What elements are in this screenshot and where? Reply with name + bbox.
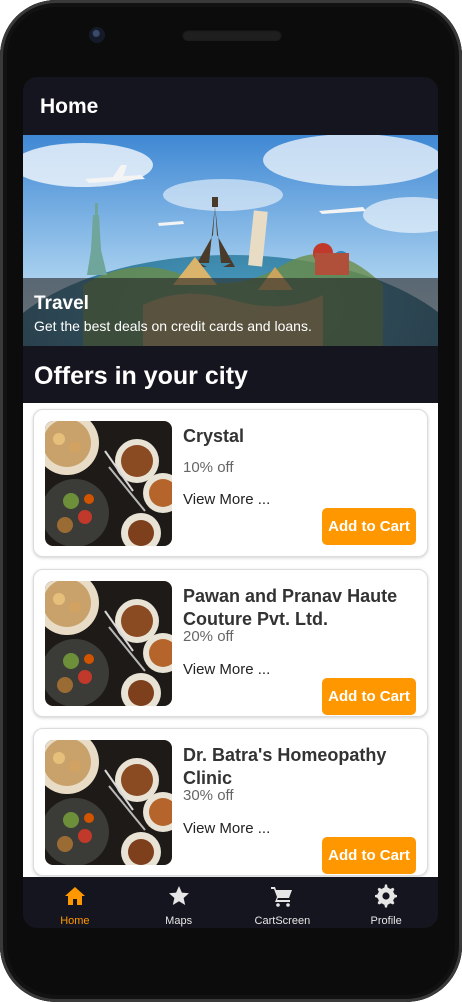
- offer-card[interactable]: Dr. Batra's Homeopathy Clinic 30% off Vi…: [33, 728, 428, 876]
- app-bar: Home: [23, 77, 438, 135]
- offer-food-image: [45, 421, 172, 546]
- nav-label: Profile: [370, 915, 402, 927]
- app-screen: Home Travel Get the best deals on credit…: [23, 77, 438, 928]
- offer-food-image: [45, 740, 172, 865]
- nav-item-profile[interactable]: Profile: [334, 877, 438, 928]
- offer-discount: 20% off: [183, 628, 234, 645]
- star-icon: [168, 886, 189, 905]
- view-more-link[interactable]: View More ...: [183, 491, 270, 508]
- nav-item-maps[interactable]: Maps: [127, 877, 231, 928]
- offer-food-image: [45, 581, 172, 706]
- bottom-navigation: Home Maps CartScreen Profile: [23, 877, 438, 928]
- earpiece-speaker: [182, 29, 282, 41]
- page-title: Home: [40, 95, 99, 118]
- add-to-cart-button[interactable]: Add to Cart: [322, 508, 416, 545]
- nav-item-home[interactable]: Home: [23, 877, 127, 928]
- home-icon: [64, 887, 85, 905]
- banner-subtitle: Get the best deals on credit cards and l…: [34, 318, 312, 334]
- phone-frame: Home Travel Get the best deals on credit…: [0, 0, 462, 1002]
- cart-icon: [271, 887, 293, 907]
- offer-name: Dr. Batra's Homeopathy Clinic: [183, 745, 387, 788]
- gear-icon: [375, 884, 398, 908]
- offer-discount: 10% off: [183, 459, 234, 476]
- add-to-cart-button[interactable]: Add to Cart: [322, 678, 416, 715]
- offer-card[interactable]: Pawan and Pranav Haute Couture Pvt. Ltd.…: [33, 569, 428, 717]
- travel-banner[interactable]: Travel Get the best deals on credit card…: [23, 135, 438, 346]
- banner-title: Travel: [34, 293, 89, 314]
- offers-section-title: Offers in your city: [34, 362, 248, 390]
- view-more-link[interactable]: View More ...: [183, 820, 270, 837]
- offer-name: Pawan and Pranav Haute Couture Pvt. Ltd.: [183, 586, 398, 629]
- front-camera: [89, 27, 105, 43]
- offers-list[interactable]: Crystal 10% off View More ... Add to Car…: [23, 403, 438, 877]
- nav-label: Maps: [165, 915, 193, 927]
- nav-label: Home: [60, 915, 90, 927]
- nav-item-cartscreen[interactable]: CartScreen: [231, 877, 335, 928]
- offer-discount: 30% off: [183, 787, 234, 804]
- add-to-cart-button[interactable]: Add to Cart: [322, 837, 416, 874]
- view-more-link[interactable]: View More ...: [183, 661, 270, 678]
- offer-card[interactable]: Crystal 10% off View More ... Add to Car…: [33, 409, 428, 557]
- offer-name: Crystal: [183, 426, 245, 446]
- nav-label: CartScreen: [254, 915, 311, 927]
